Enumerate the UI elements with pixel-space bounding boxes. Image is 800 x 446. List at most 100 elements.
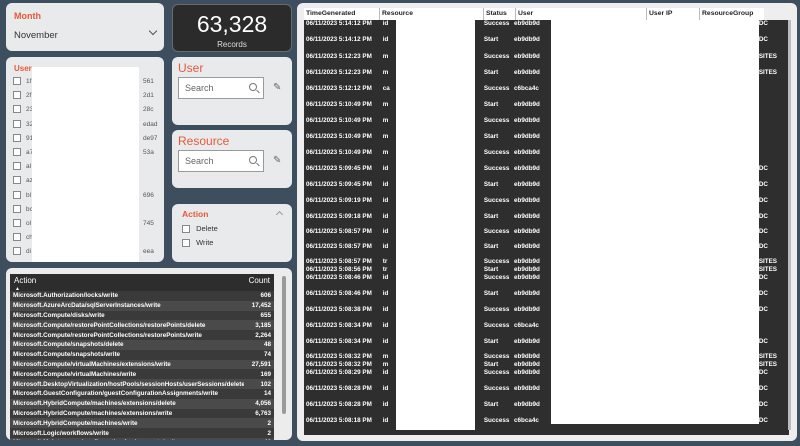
user-item-prefix: di (26, 248, 32, 256)
table-row[interactable]: Microsoft.Compute/snapshots/write 74 (10, 349, 274, 360)
cell-time: 06/11/2023 5:08:29 PM (306, 369, 372, 376)
cell-group: SITES (758, 69, 778, 76)
cell-time: 06/11/2023 5:08:34 PM (306, 322, 372, 329)
chevron-down-icon (148, 26, 158, 36)
cell-group: DC (758, 36, 768, 43)
table-row[interactable]: Microsoft.GuestConfiguration/guestConfig… (10, 389, 274, 399)
resource-search-title: Resource (178, 134, 230, 148)
cell-status: Start (483, 266, 499, 273)
resource-search-input[interactable]: Search (178, 150, 264, 172)
action-option-write[interactable]: Write (182, 238, 213, 248)
month-slicer: Month November (6, 3, 164, 51)
checkbox[interactable] (13, 204, 21, 213)
table-row[interactable]: Microsoft.Compute/restorePointCollection… (10, 330, 274, 340)
checkbox[interactable] (13, 91, 21, 100)
log-table-header[interactable]: TimeGenerated Resource Status User User … (304, 8, 764, 20)
action-count: 17,452 (251, 302, 271, 310)
cell-status: Success (483, 165, 510, 172)
action-name: Microsoft.Maintenance/configurationAssig… (10, 439, 244, 440)
eraser-icon[interactable]: ✎ (273, 82, 281, 93)
cell-group: DC (758, 243, 768, 250)
action-name: Microsoft.AzureArcData/sqlServerInstance… (13, 302, 161, 310)
redacted-block (32, 67, 139, 262)
action-name: Microsoft.Compute/disks/write (13, 311, 105, 319)
user-item-suffix: de97 (143, 134, 158, 142)
action-count: 4,056 (255, 400, 271, 408)
action-slicer: Action Delete Write (172, 204, 292, 262)
cell-time: 06/11/2023 5:10:49 PM (306, 101, 372, 108)
user-list-slicer: User 1f 561 2f 2d1 23 28c 32 edad 91 de97 a7 53a al a… (6, 57, 164, 262)
table-row[interactable]: Microsoft.HybridCompute/machines/extensi… (10, 398, 274, 409)
col-resource: Resource (380, 8, 484, 20)
checkbox[interactable] (13, 247, 21, 256)
cell-group: SITES (758, 353, 778, 360)
checkbox[interactable] (13, 190, 21, 199)
checkbox[interactable] (13, 105, 21, 114)
action-count: 606 (260, 292, 271, 300)
user-search-card: User Search ✎ (172, 57, 292, 125)
user-search-title: User (178, 61, 204, 75)
user-item-suffix: 696 (143, 191, 154, 199)
scrollbar[interactable] (788, 20, 791, 430)
checkbox[interactable] (13, 219, 21, 227)
user-item-suffix: 28c (143, 106, 154, 114)
action-table: Action ▲ Count Microsoft.Authorization/l… (6, 268, 292, 440)
checkbox[interactable] (13, 133, 21, 142)
user-search-input[interactable]: Search (178, 77, 264, 99)
user-item-prefix: al (26, 163, 32, 171)
header-count: Count (248, 276, 270, 285)
checkbox[interactable] (182, 225, 190, 234)
cell-group: SITES (758, 361, 778, 368)
table-row[interactable]: Microsoft.Compute/restorePointCollection… (10, 320, 274, 331)
col-time: TimeGenerated (304, 8, 380, 20)
checkbox[interactable] (13, 176, 21, 185)
table-row[interactable]: Microsoft.Compute/snapshots/delete 48 (10, 340, 274, 350)
cell-time: 06/11/2023 5:10:49 PM (306, 117, 372, 124)
cell-group (757, 85, 786, 92)
user-item-suffix: edad (143, 120, 158, 128)
cell-group: DC (758, 274, 768, 281)
cell-status: Success (483, 20, 510, 27)
cell-group: DC (758, 369, 768, 376)
month-dropdown[interactable]: November (14, 25, 160, 43)
action-count: 655 (260, 311, 271, 319)
records-card: 63,328 Records (172, 4, 292, 52)
checkbox[interactable] (13, 119, 21, 128)
cell-group: DC (758, 401, 768, 408)
action-name: Microsoft.Compute/virtualMachines/extens… (13, 360, 171, 368)
cell-time: 06/11/2023 5:08:28 PM (306, 385, 372, 392)
table-row[interactable]: Microsoft.Compute/disks/write 655 (10, 310, 274, 321)
table-row[interactable]: Microsoft.Compute/virtualMachines/extens… (10, 359, 274, 370)
cell-status: Start (483, 401, 499, 408)
eraser-icon[interactable]: ✎ (273, 155, 281, 166)
action-option-delete[interactable]: Delete (182, 224, 218, 234)
resource-search-placeholder: Search (185, 156, 214, 166)
action-count: 2 (267, 419, 271, 427)
checkbox[interactable] (13, 162, 21, 171)
scrollbar[interactable] (282, 276, 286, 414)
cell-status: Success (483, 85, 510, 92)
table-row[interactable]: Microsoft.AzureArcData/sqlServerInstance… (10, 300, 274, 311)
user-item-suffix: 745 (143, 220, 154, 227)
table-row[interactable]: Microsoft.DesktopVirtualization/hostPool… (10, 379, 274, 389)
cell-status: Success (483, 117, 510, 124)
table-row[interactable]: Microsoft.Authorization/locks/write 606 (10, 291, 274, 301)
cell-group: DC (758, 417, 768, 424)
checkbox[interactable] (13, 148, 21, 156)
table-row[interactable]: Microsoft.HybridCompute/machines/extensi… (10, 408, 274, 419)
checkbox[interactable] (182, 239, 190, 248)
table-row[interactable]: Microsoft.Logic/workflows/write 2 (10, 428, 274, 438)
cell-status: Start (483, 133, 499, 140)
cell-status: Start (483, 181, 499, 188)
cell-group: DC (758, 181, 768, 188)
cell-status: Success (483, 53, 510, 60)
table-row[interactable]: Microsoft.Maintenance/configurationAssig… (10, 438, 274, 440)
checkbox[interactable] (13, 77, 21, 85)
action-name: Microsoft.HybridCompute/machines/write (13, 419, 138, 427)
user-item-suffix: 561 (143, 78, 154, 85)
checkbox[interactable] (13, 233, 21, 242)
cell-status: Success (483, 417, 510, 424)
table-row[interactable]: Microsoft.Compute/virtualMachines/write 1… (10, 369, 274, 380)
table-row[interactable]: Microsoft.HybridCompute/machines/write 2 (10, 418, 274, 429)
action-table-header[interactable]: Action ▲ Count (10, 274, 274, 292)
